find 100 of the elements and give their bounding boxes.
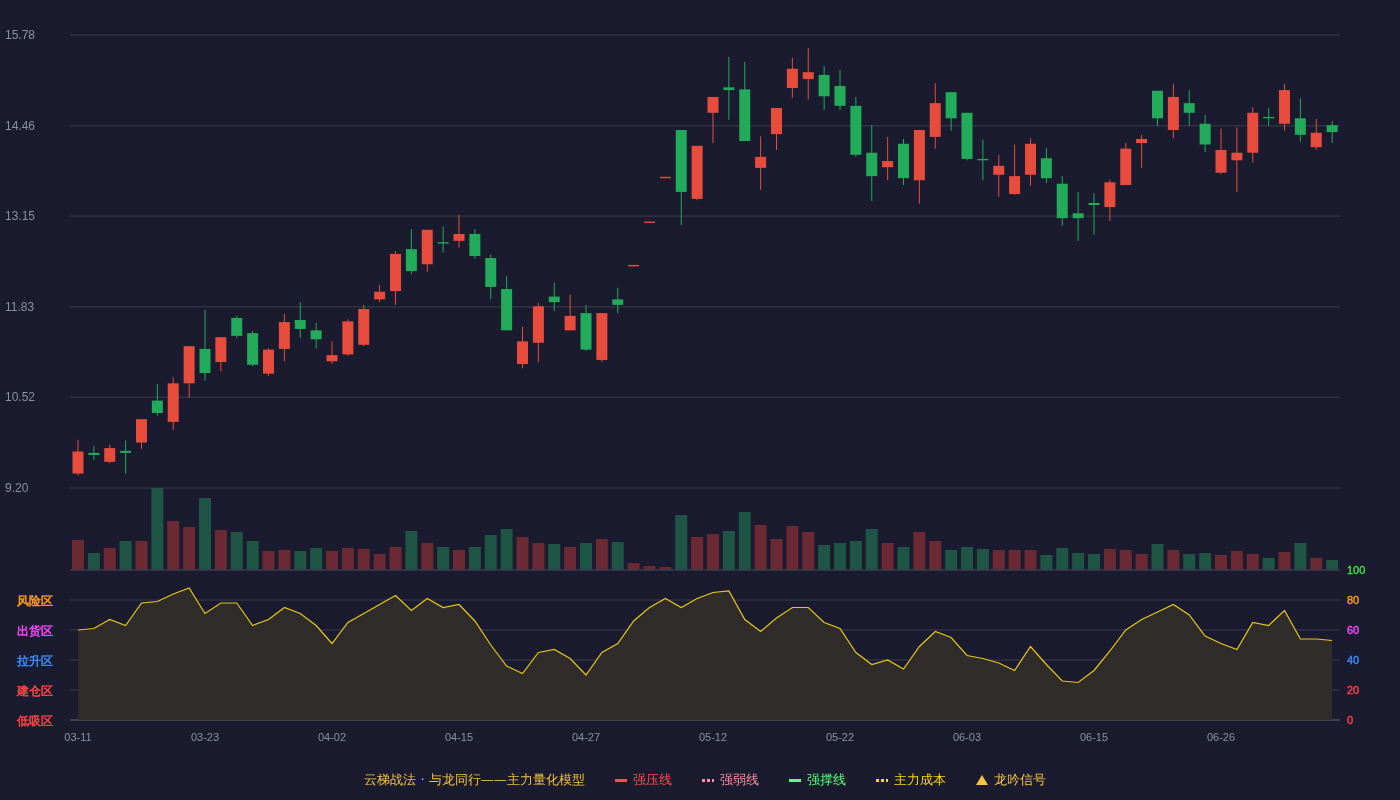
axis-label: 13.15 bbox=[5, 209, 36, 224]
legend-entry[interactable]: 主力成本 bbox=[893, 771, 946, 789]
volume-bar bbox=[881, 543, 894, 570]
volume-bar bbox=[1151, 544, 1164, 570]
volume-bar bbox=[341, 548, 354, 570]
axis-label: 20 bbox=[1347, 684, 1360, 696]
volume-bar bbox=[611, 542, 624, 570]
candlestick bbox=[659, 176, 671, 179]
candlestick bbox=[120, 440, 132, 475]
volume-bar bbox=[357, 549, 370, 570]
volume-bar bbox=[595, 539, 608, 570]
candlestick bbox=[485, 254, 497, 300]
candlestick bbox=[405, 228, 417, 275]
candlestick bbox=[1009, 143, 1021, 196]
candlestick bbox=[1088, 192, 1100, 236]
volume-bar bbox=[103, 548, 116, 570]
candlestick bbox=[1120, 142, 1132, 186]
volume-bar bbox=[738, 512, 751, 570]
axis-label: 60 bbox=[1347, 624, 1360, 636]
candlestick bbox=[390, 250, 401, 306]
candlestick bbox=[342, 318, 354, 357]
zone-label: 建仓区 bbox=[17, 684, 53, 698]
candlestick bbox=[1136, 134, 1148, 169]
volume-bar bbox=[1135, 554, 1148, 570]
volume-bar bbox=[183, 527, 196, 570]
volume-bar bbox=[500, 529, 513, 570]
candlestick bbox=[818, 65, 830, 111]
candlestick bbox=[1025, 137, 1036, 187]
candlestick bbox=[104, 444, 116, 464]
volume-bar bbox=[1246, 554, 1259, 570]
volume-bar bbox=[199, 498, 211, 570]
axis-label: 100 bbox=[1347, 564, 1366, 576]
candlestick bbox=[834, 69, 846, 111]
candlestick bbox=[548, 282, 560, 312]
candlestick bbox=[136, 418, 147, 450]
volume-bar bbox=[961, 547, 973, 570]
date-label: 06-15 bbox=[1079, 731, 1109, 743]
candlestick bbox=[707, 96, 719, 144]
candlestick bbox=[755, 135, 767, 191]
volume-bar bbox=[834, 543, 846, 570]
candlestick bbox=[993, 154, 1005, 198]
volume-bar bbox=[1262, 558, 1275, 570]
date-label: 05-22 bbox=[825, 731, 855, 743]
candlestick bbox=[802, 47, 814, 101]
volume-bar bbox=[897, 547, 910, 570]
candlestick bbox=[1326, 120, 1338, 144]
candlestick bbox=[945, 91, 957, 132]
date-label: 03-23 bbox=[190, 731, 220, 743]
volume-bar bbox=[786, 526, 799, 570]
volume-bar bbox=[72, 540, 84, 570]
volume-bar bbox=[945, 550, 958, 570]
candlestick bbox=[1072, 191, 1084, 242]
candlestick bbox=[501, 275, 513, 331]
legend-entry[interactable]: 强弱线 bbox=[719, 771, 759, 789]
candlestick bbox=[612, 287, 624, 314]
volume-bar bbox=[1310, 558, 1323, 570]
volume-bar bbox=[913, 532, 926, 570]
volume-bar bbox=[722, 531, 735, 570]
volume-bar bbox=[564, 547, 577, 570]
legend-entry[interactable]: 龙吟信号 bbox=[993, 771, 1046, 789]
candlestick bbox=[898, 138, 909, 186]
axis-label: 10.52 bbox=[5, 390, 36, 405]
date-label: 03-11 bbox=[64, 731, 92, 743]
axis-label: 11.83 bbox=[5, 299, 35, 314]
candlestick bbox=[1167, 83, 1179, 139]
zone-label: 出货区 bbox=[17, 624, 53, 638]
volume-bar bbox=[1056, 548, 1069, 570]
volume-bar bbox=[643, 566, 656, 570]
volume-bar bbox=[1024, 550, 1037, 570]
candlestick bbox=[167, 376, 179, 431]
legend-entry[interactable]: 强压线 bbox=[632, 771, 672, 789]
candlestick bbox=[628, 264, 640, 267]
legend-entry[interactable]: 强撑线 bbox=[806, 771, 846, 789]
candlestick bbox=[183, 345, 195, 399]
candlestick bbox=[374, 284, 386, 303]
volume-bar bbox=[1294, 543, 1307, 570]
volume-bar bbox=[135, 541, 148, 570]
date-label: 06-26 bbox=[1206, 731, 1236, 743]
date-label: 05-12 bbox=[698, 731, 728, 743]
volume-bar bbox=[1278, 552, 1291, 570]
candlestick bbox=[1056, 175, 1068, 227]
candlestick bbox=[421, 229, 433, 273]
candlestick bbox=[310, 322, 322, 349]
candlestick bbox=[263, 347, 274, 377]
candlestick bbox=[1199, 114, 1211, 153]
candlestick bbox=[231, 315, 243, 339]
volume-bar bbox=[1119, 550, 1132, 570]
candlestick bbox=[1310, 118, 1322, 151]
candlestick bbox=[88, 445, 100, 461]
volume-bar bbox=[849, 541, 862, 570]
candlestick bbox=[644, 221, 655, 224]
date-label: 04-02 bbox=[317, 731, 347, 743]
candlestick bbox=[580, 304, 592, 352]
volume-bar bbox=[1008, 550, 1021, 570]
volume-bar bbox=[976, 549, 989, 570]
volume-bar bbox=[246, 541, 259, 570]
candlestick bbox=[437, 225, 449, 254]
candlestick bbox=[564, 294, 576, 331]
zone-label: 低吸区 bbox=[17, 714, 53, 728]
volume-bar bbox=[516, 537, 529, 570]
